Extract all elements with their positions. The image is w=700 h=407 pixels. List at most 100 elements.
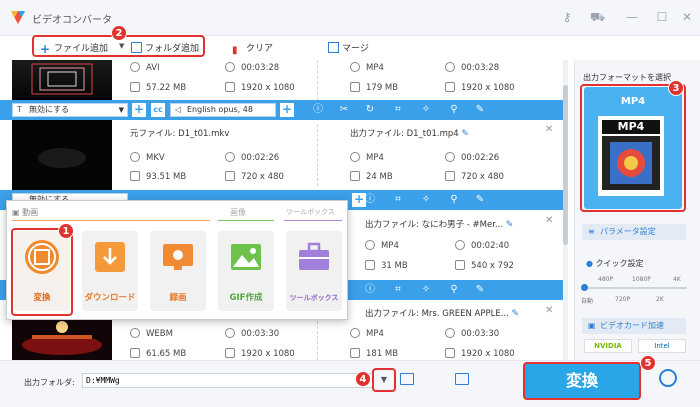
watermark-icon[interactable]: ⚲: [448, 194, 460, 206]
cut-icon[interactable]: ✂: [338, 104, 350, 116]
subtitle-select[interactable]: T 無効にする ▼: [12, 103, 128, 117]
info-icon[interactable]: ⓘ: [364, 284, 376, 296]
audio-select-value: English opus, 48: [187, 105, 253, 114]
select-format-label: 出力フォーマットを選択: [583, 73, 671, 82]
app-logo-icon: [11, 11, 25, 24]
watermark-icon[interactable]: ⚲: [448, 104, 460, 116]
merge-button[interactable]: マージ: [328, 41, 369, 54]
crop-icon[interactable]: ⌗: [392, 194, 404, 206]
row-separator: [308, 124, 318, 186]
output-folder-input[interactable]: [82, 373, 374, 388]
crop-icon[interactable]: ⌗: [392, 284, 404, 296]
out-format-text: MP4: [366, 153, 384, 163]
remove-item-icon[interactable]: ✕: [545, 124, 553, 135]
audio-select[interactable]: ◁ English opus, 48: [170, 103, 276, 117]
out-format: MP4: [350, 152, 384, 163]
gif-tile-icon: [231, 244, 261, 270]
popup-tab-video[interactable]: ▣ 動画: [12, 207, 38, 218]
tile-record[interactable]: 録画: [150, 231, 206, 311]
rename-icon[interactable]: ✎: [506, 220, 514, 230]
sliders-icon: ≡: [588, 227, 595, 236]
maximize-icon[interactable]: ☐: [655, 10, 669, 24]
rename-icon[interactable]: ✎: [512, 309, 520, 319]
popup-tab-toolbox[interactable]: ツールボックス: [286, 207, 335, 217]
convert-button[interactable]: 変換: [523, 362, 641, 400]
file-size-icon: [350, 82, 360, 92]
out-size-text: 181 MB: [366, 349, 399, 359]
rotate-icon[interactable]: ↻: [364, 104, 376, 116]
out-res-text: 720 x 480: [461, 172, 504, 182]
add-file-button[interactable]: + ファイル追加: [40, 41, 108, 55]
out-format-text: MP4: [366, 329, 384, 339]
watermark-icon[interactable]: ⚲: [448, 284, 460, 296]
nvidia-badge[interactable]: NVIDIA: [584, 339, 632, 353]
out-resolution: 1920 x 1080: [445, 82, 515, 93]
rename-icon[interactable]: ✎: [461, 129, 469, 139]
tile-download[interactable]: ダウンロード: [82, 231, 138, 311]
tick-480p: 480P: [598, 276, 614, 283]
tile-gif[interactable]: GIF作成: [218, 231, 274, 311]
add-file-dropdown-icon[interactable]: ▼: [119, 42, 124, 50]
out-resolution: 540 x 792: [455, 260, 514, 271]
parameter-settings-button[interactable]: ≡ パラメータ設定: [582, 224, 686, 240]
src-size: 93.51 MB: [130, 171, 186, 182]
out-size: 181 MB: [350, 348, 398, 359]
src-size: 61.65 MB: [130, 348, 186, 359]
out-duration: 00:02:40: [455, 240, 509, 251]
intel-badge[interactable]: Intel: [638, 339, 686, 353]
record-tile-icon: [163, 244, 193, 270]
scrollbar-thumb[interactable]: [563, 85, 568, 245]
gpu-accel-button[interactable]: ▣ ビデオカード加速: [582, 318, 686, 334]
merge-icon: [328, 42, 339, 53]
quality-slider-thumb[interactable]: [581, 284, 588, 291]
info-icon[interactable]: ⓘ: [312, 104, 324, 116]
effect-icon[interactable]: ✧: [420, 194, 432, 206]
info-icon[interactable]: ⓘ: [364, 194, 376, 206]
source-filename: 元ファイル: D1_t01.mkv: [130, 129, 230, 139]
row-separator: [308, 60, 318, 100]
tile-toolbox[interactable]: ツールボックス: [286, 231, 342, 311]
tick-4k: 4K: [673, 276, 681, 283]
alarm-clock-icon[interactable]: [659, 369, 677, 387]
add-file-label: ファイル追加: [54, 44, 109, 54]
resolution-icon: [445, 348, 455, 358]
video-thumbnail[interactable]: [12, 120, 112, 190]
popup-toolbox-underline: [284, 220, 342, 221]
app-title: ビデオコンバータ: [32, 15, 112, 26]
close-icon[interactable]: ✕: [680, 10, 694, 24]
video-thumbnail[interactable]: [12, 60, 112, 100]
crop-icon[interactable]: ⌗: [392, 104, 404, 116]
open-folder-icon[interactable]: [455, 373, 469, 385]
thumbnail-image: [38, 148, 86, 168]
merge-label: マージ: [342, 44, 369, 54]
popup-tab-image[interactable]: 画像: [230, 207, 246, 218]
quality-slider-track[interactable]: [583, 287, 687, 289]
add-audio-button[interactable]: +: [280, 103, 294, 117]
clock-icon: [225, 62, 235, 72]
output-filename: 出力ファイル: D1_t01.mp4 ✎: [350, 127, 469, 139]
remove-item-icon[interactable]: ✕: [545, 305, 553, 316]
popup-tab-video-label: 動画: [22, 208, 39, 217]
add-folder-button[interactable]: フォルダ追加: [131, 41, 199, 54]
browse-folder-icon[interactable]: [400, 373, 414, 385]
src-size-text: 61.65 MB: [146, 349, 187, 359]
edit-icon[interactable]: ✎: [474, 104, 486, 116]
popup-tab-image-label: 画像: [230, 208, 246, 217]
cc-icon[interactable]: cc: [151, 103, 165, 117]
key-icon[interactable]: ⚷: [560, 10, 574, 24]
tick-2k: 2K: [656, 296, 664, 303]
out-format-text: MP4: [366, 63, 384, 73]
remove-item-icon[interactable]: ✕: [545, 215, 553, 226]
src-duration-text: 00:03:30: [241, 329, 280, 339]
minimize-icon[interactable]: —: [625, 10, 639, 24]
effect-icon[interactable]: ✧: [420, 284, 432, 296]
clear-button[interactable]: ▮ クリア: [232, 41, 273, 56]
cart-icon[interactable]: ⛟: [590, 10, 605, 24]
out-duration: 00:03:30: [445, 328, 499, 339]
add-subtitle-button[interactable]: +: [132, 103, 146, 117]
effect-icon[interactable]: ✧: [420, 104, 432, 116]
out-res-text: 1920 x 1080: [461, 83, 515, 93]
edit-icon[interactable]: ✎: [474, 284, 486, 296]
edit-icon[interactable]: ✎: [474, 194, 486, 206]
step-badge-1: 1: [58, 223, 74, 239]
